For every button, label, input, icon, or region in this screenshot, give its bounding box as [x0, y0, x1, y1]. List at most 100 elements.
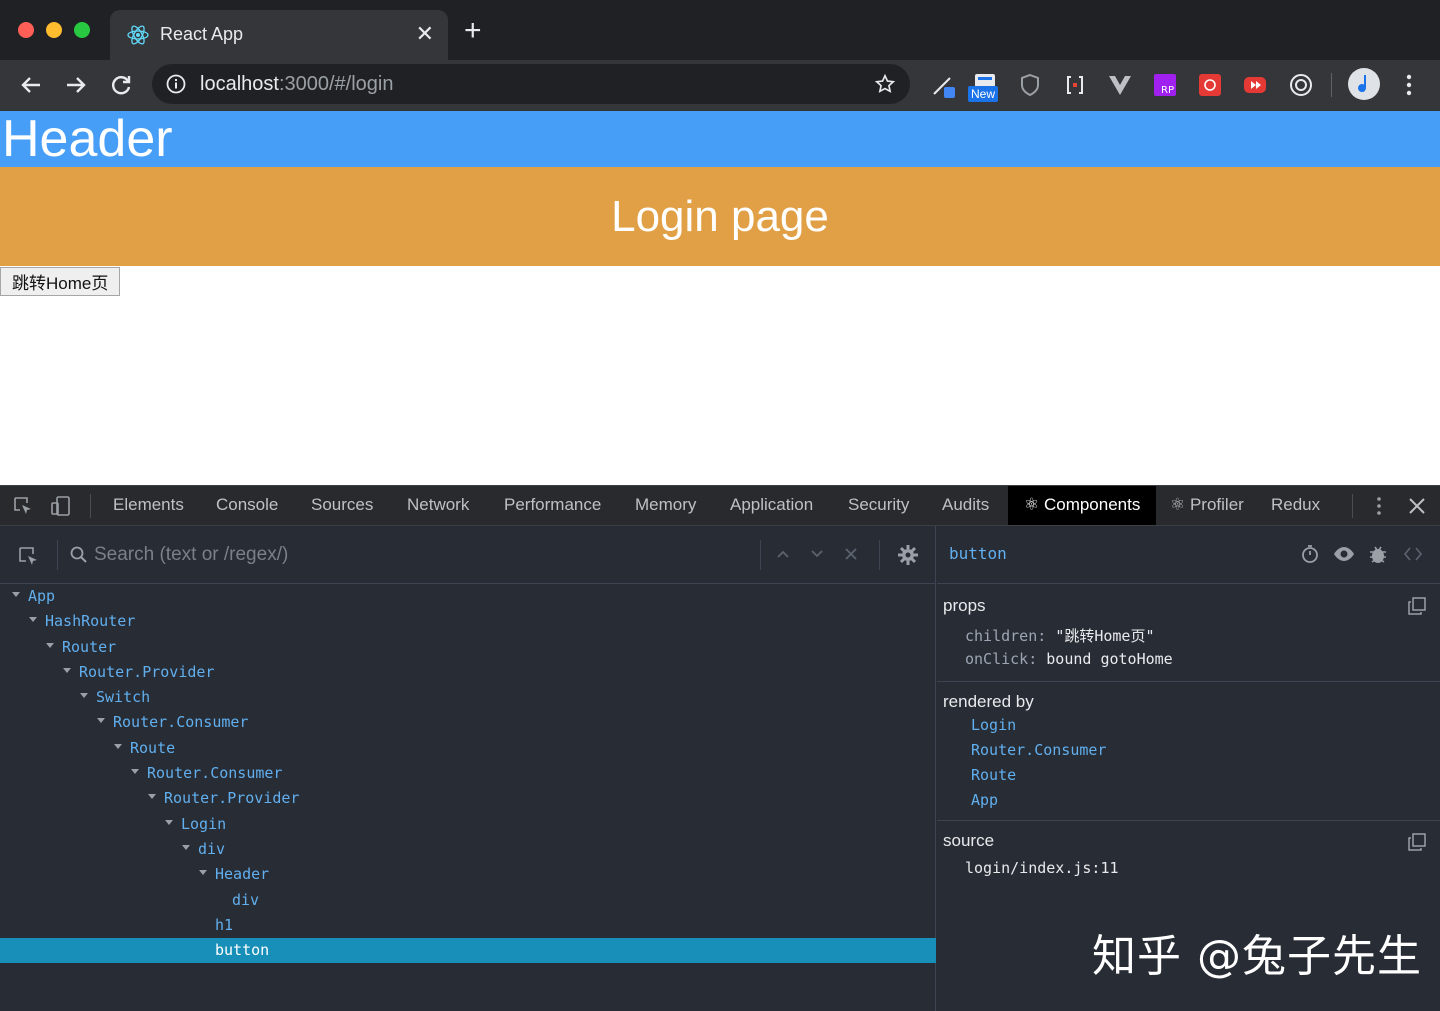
caret-down-icon[interactable] — [165, 819, 173, 825]
caret-down-icon[interactable] — [63, 667, 71, 673]
tab-console[interactable]: Console — [216, 486, 278, 525]
browser-tab[interactable]: React App ✕ — [110, 10, 448, 60]
bookmark-star-icon[interactable] — [874, 73, 896, 95]
tree-node[interactable]: HashRouter — [0, 609, 936, 634]
eye-icon[interactable] — [1333, 544, 1355, 564]
caret-down-icon[interactable] — [29, 617, 37, 623]
tree-node[interactable]: Router.Provider — [0, 786, 936, 811]
owner-link[interactable]: Route — [971, 766, 1016, 784]
tab-network[interactable]: Network — [407, 486, 469, 525]
source-section: source login/index.js:11 — [937, 821, 1440, 891]
target-extension-icon[interactable] — [1288, 72, 1314, 98]
prop-onclick[interactable]: onClick: bound gotoHome — [965, 650, 1173, 668]
goto-home-button[interactable]: 跳转Home页 — [0, 267, 121, 296]
tree-node[interactable]: div — [0, 888, 936, 913]
rp-extension-icon[interactable]: RP — [1152, 72, 1178, 98]
tab-memory[interactable]: Memory — [635, 486, 696, 525]
tab-sources[interactable]: Sources — [311, 486, 373, 525]
profile-avatar[interactable] — [1348, 68, 1380, 100]
watermark: 知乎 @兔子先生 — [1092, 931, 1422, 982]
devtools-tabbar: Elements Console Sources Network Perform… — [0, 486, 1440, 526]
tree-node[interactable]: Router — [0, 635, 936, 660]
close-window-button[interactable] — [18, 22, 34, 38]
caret-down-icon[interactable] — [12, 592, 20, 597]
caret-down-icon[interactable] — [80, 693, 88, 699]
tab-profiler[interactable]: ⚛ Profiler — [1170, 486, 1244, 525]
inspect-element-icon[interactable] — [12, 495, 34, 517]
caret-down-icon[interactable] — [131, 769, 139, 775]
caret-down-icon[interactable] — [148, 794, 156, 800]
bug-icon[interactable] — [1368, 543, 1388, 565]
tree-node[interactable]: App — [0, 584, 936, 609]
close-devtools-icon[interactable] — [1406, 495, 1428, 517]
reload-icon — [112, 76, 131, 95]
copy-icon[interactable] — [1408, 597, 1426, 615]
prop-value: bound gotoHome — [1046, 650, 1173, 668]
music-note-icon — [1358, 75, 1367, 93]
tree-node[interactable]: div — [0, 837, 936, 862]
select-component-icon[interactable] — [17, 545, 39, 567]
tree-node[interactable]: Router.Consumer — [0, 710, 936, 735]
bracket-extension-icon[interactable] — [1062, 72, 1088, 98]
tree-node[interactable]: Header — [0, 862, 936, 887]
tab-audits[interactable]: Audits — [942, 486, 989, 525]
pen-extension-icon[interactable] — [930, 72, 956, 98]
minimize-window-button[interactable] — [46, 22, 62, 38]
react-extension-icon[interactable] — [1197, 72, 1223, 98]
search-divider — [760, 540, 761, 570]
tree-node[interactable]: Router.Consumer — [0, 761, 936, 786]
tab-performance[interactable]: Performance — [504, 486, 601, 525]
tab-security[interactable]: Security — [848, 486, 909, 525]
device-toolbar-icon[interactable] — [50, 495, 72, 517]
owner-link[interactable]: Router.Consumer — [971, 741, 1106, 759]
tree-node[interactable]: Router.Provider — [0, 660, 936, 685]
vue-devtools-icon[interactable] — [1107, 72, 1133, 98]
owner-link[interactable]: Login — [971, 716, 1016, 734]
caret-down-icon[interactable] — [114, 743, 122, 749]
tree-node-label: button — [215, 941, 270, 960]
tree-node[interactable]: h1 — [0, 913, 936, 938]
tree-node[interactable]: Route — [0, 736, 936, 761]
svg-text:RP: RP — [1161, 85, 1174, 96]
info-icon[interactable] — [166, 74, 186, 94]
back-button[interactable] — [16, 70, 46, 100]
tree-node[interactable]: Login — [0, 812, 936, 837]
tab-redux[interactable]: Redux — [1271, 486, 1320, 525]
maximize-window-button[interactable] — [74, 22, 90, 38]
shield-extension-icon[interactable] — [1017, 72, 1043, 98]
caret-down-icon[interactable] — [97, 718, 105, 724]
clear-search-icon[interactable] — [843, 546, 859, 562]
reload-button[interactable] — [106, 70, 136, 100]
view-source-icon[interactable] — [1403, 545, 1423, 563]
arrow-right-icon — [67, 77, 86, 93]
caret-down-icon[interactable] — [199, 870, 207, 876]
chevron-down-icon[interactable] — [809, 546, 825, 562]
tab-close-icon[interactable]: ✕ — [416, 22, 434, 46]
browser-menu-icon[interactable] — [1400, 72, 1418, 98]
tree-node[interactable]: button — [0, 938, 936, 964]
tab-elements[interactable]: Elements — [113, 486, 184, 525]
prop-children[interactable]: children: "跳转Home页" — [965, 625, 1155, 646]
tab-application[interactable]: Application — [730, 486, 813, 525]
stopwatch-icon[interactable] — [1300, 544, 1320, 564]
prop-colon: : — [1028, 650, 1047, 668]
forward-button[interactable] — [61, 70, 91, 100]
search-input[interactable] — [94, 542, 734, 568]
url-path: :3000/#/login — [278, 73, 394, 95]
owner-link[interactable]: App — [971, 791, 998, 809]
video-extension-icon[interactable] — [1242, 72, 1268, 98]
tab-separator — [1352, 494, 1353, 518]
tree-node[interactable]: Switch — [0, 685, 936, 710]
address-bar[interactable]: localhost:3000/#/login — [152, 64, 910, 104]
copy-icon[interactable] — [1408, 833, 1426, 851]
new-tab-button[interactable]: + — [464, 16, 482, 46]
chevron-up-icon[interactable] — [775, 546, 791, 562]
caret-down-icon[interactable] — [46, 642, 54, 648]
devtools-menu-icon[interactable] — [1368, 495, 1390, 517]
settings-gear-icon[interactable] — [897, 544, 919, 566]
caret-down-icon[interactable] — [182, 844, 190, 850]
tab-components[interactable]: ⚛ Components — [1008, 486, 1157, 525]
source-location: login/index.js:11 — [965, 859, 1119, 877]
component-tree-pane: App HashRouter Router Router.Provider Switch… — [0, 526, 936, 1011]
rendered-by-section: rendered by Login Router.Consumer Route … — [937, 682, 1440, 821]
